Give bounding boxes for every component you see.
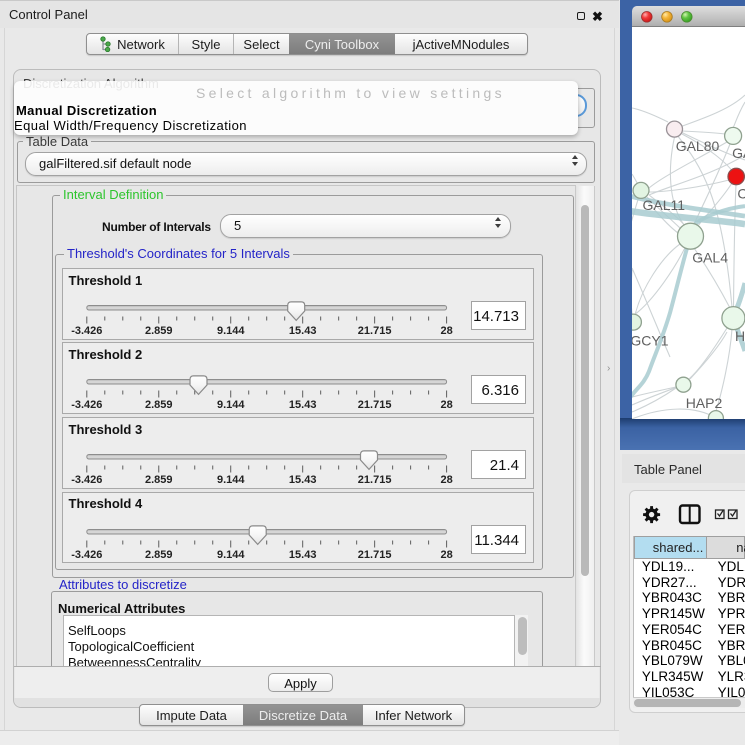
svg-text:21.715: 21.715	[358, 549, 392, 561]
svg-text:GAL: GAL	[732, 145, 745, 161]
svg-text:H: H	[735, 328, 745, 344]
svg-text:28: 28	[440, 399, 452, 411]
svg-text:9.144: 9.144	[217, 474, 245, 486]
svg-text:GCY1: GCY1	[632, 333, 669, 349]
svg-text:-3.426: -3.426	[71, 399, 102, 411]
svg-text:2.859: 2.859	[145, 549, 173, 561]
svg-text:28: 28	[440, 474, 452, 486]
svg-text:9.144: 9.144	[217, 549, 245, 561]
svg-text:15.43: 15.43	[289, 399, 317, 411]
svg-text:-3.426: -3.426	[71, 325, 102, 337]
svg-text:-3.426: -3.426	[71, 474, 102, 486]
svg-text:HAP2: HAP2	[686, 395, 723, 411]
svg-text:GAL11: GAL11	[643, 197, 686, 213]
svg-text:GAL4: GAL4	[692, 250, 728, 266]
svg-text:21.715: 21.715	[358, 474, 392, 486]
svg-text:15.43: 15.43	[289, 474, 317, 486]
svg-text:9.144: 9.144	[217, 399, 245, 411]
svg-text:15.43: 15.43	[289, 325, 317, 337]
svg-text:-3.426: -3.426	[71, 549, 102, 561]
svg-text:2.859: 2.859	[145, 474, 173, 486]
svg-text:9.144: 9.144	[217, 325, 245, 337]
svg-text:15.43: 15.43	[289, 549, 317, 561]
svg-text:GAL80: GAL80	[676, 138, 720, 154]
svg-text:28: 28	[440, 325, 452, 337]
svg-text:28: 28	[440, 549, 452, 561]
svg-text:21.715: 21.715	[358, 325, 392, 337]
svg-text:21.715: 21.715	[358, 399, 392, 411]
svg-text:2.859: 2.859	[145, 399, 173, 411]
svg-text:2.859: 2.859	[145, 325, 173, 337]
svg-text:CY: CY	[737, 186, 745, 202]
